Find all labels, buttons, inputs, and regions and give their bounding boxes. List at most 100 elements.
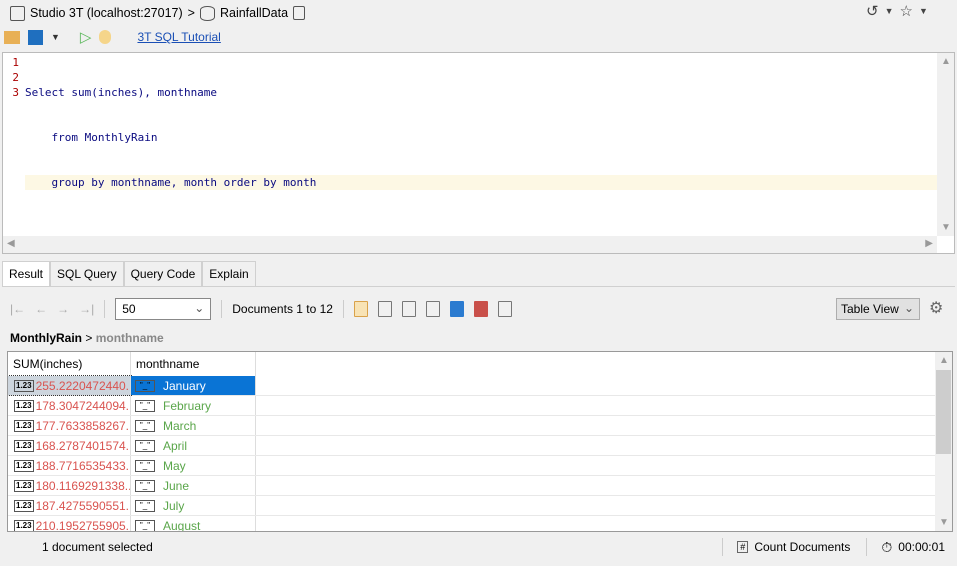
sum-value: 187.4275590551...	[35, 498, 131, 513]
monthname-cell[interactable]: "_" February	[131, 396, 256, 415]
tab-result[interactable]: Result	[2, 261, 51, 286]
sum-cell[interactable]: 1.23 187.4275590551...	[8, 496, 131, 515]
sum-value: 180.1169291338...	[35, 478, 131, 493]
sum-cell[interactable]: 1.23 177.7633858267...	[8, 416, 131, 435]
history-dropdown-icon[interactable]: ▼	[885, 6, 894, 20]
history-favorites: ↺ ▼ ☆ ▼	[866, 2, 928, 20]
first-page-icon[interactable]: |←	[10, 302, 25, 316]
divider	[104, 300, 106, 318]
monthname-cell[interactable]: "_" July	[131, 496, 256, 515]
divider	[866, 538, 868, 556]
view-mode-value: Table View	[841, 302, 899, 316]
count-documents-button[interactable]: Count Documents	[754, 540, 850, 554]
string-type-icon: "_"	[135, 439, 155, 452]
sum-cell[interactable]: 1.23 255.2220472440...	[8, 375, 132, 396]
next-page-icon[interactable]: →	[57, 302, 69, 316]
monthname-cell[interactable]: "_" August	[131, 516, 256, 532]
delete-icon[interactable]	[473, 301, 488, 317]
sum-value: 210.1952755905...	[35, 518, 131, 532]
run-icon[interactable]: ▷	[80, 28, 92, 46]
status-bar: 1 document selected # Count Documents ⏱ …	[2, 533, 955, 561]
code-line: from MonthlyRain	[25, 131, 158, 144]
database-name[interactable]: RainfallData	[220, 6, 288, 20]
monthname-cell[interactable]: "_" June	[131, 476, 256, 495]
column-header-sum[interactable]: SUM(inches)	[8, 352, 131, 376]
number-type-icon: 1.23	[14, 459, 34, 472]
table-vertical-scrollbar[interactable]: ▲ ▼	[935, 352, 952, 531]
history-icon[interactable]: ↺	[866, 2, 879, 20]
sql-editor[interactable]: 1 2 3 Select sum(inches), monthname from…	[2, 52, 955, 254]
star-icon[interactable]: ☆	[900, 2, 913, 20]
save-icon[interactable]	[28, 29, 43, 45]
lightbulb-icon[interactable]	[99, 30, 112, 44]
scrollbar-thumb[interactable]	[936, 370, 951, 454]
page-size-select[interactable]: 50 ⌄	[115, 298, 212, 320]
toolbar: ▼ ▷ 3T SQL Tutorial	[4, 28, 221, 46]
divider	[221, 300, 223, 318]
string-type-icon: "_"	[135, 399, 155, 412]
breadcrumb-collection[interactable]: MonthlyRain	[10, 331, 82, 345]
editor-vertical-scrollbar[interactable]: ▲ ▼	[937, 53, 954, 236]
unlock-icon[interactable]	[353, 301, 368, 317]
monthname-cell[interactable]: "_" May	[131, 456, 256, 475]
previous-page-icon[interactable]: ←	[35, 302, 47, 316]
divider	[722, 538, 724, 556]
connection-name[interactable]: Studio 3T (localhost:27017)	[30, 6, 183, 20]
favorites-dropdown-icon[interactable]: ▼	[919, 6, 928, 20]
editor-horizontal-scrollbar[interactable]: ◀ ▶	[3, 236, 937, 253]
open-folder-icon[interactable]	[4, 30, 20, 44]
sum-value: 168.2787401574...	[35, 438, 131, 453]
add-document-icon[interactable]	[377, 301, 392, 317]
table-row[interactable]: 1.23 255.2220472440... "_" January	[8, 375, 937, 396]
table-row[interactable]: 1.23 210.1952755905... "_" August	[8, 516, 937, 532]
number-type-icon: 1.23	[14, 499, 34, 512]
monthname-cell[interactable]: "_" March	[131, 416, 256, 435]
code-line-current: group by monthname, month order by month	[25, 175, 937, 190]
sql-tutorial-link[interactable]: 3T SQL Tutorial	[137, 30, 220, 44]
table-row[interactable]: 1.23 187.4275590551... "_" July	[8, 496, 937, 516]
code-area[interactable]: Select sum(inches), monthname from Month…	[25, 55, 937, 220]
column-header-monthname[interactable]: monthname	[131, 352, 256, 376]
sum-cell[interactable]: 1.23 180.1169291338...	[8, 476, 131, 495]
chevron-down-icon: ⌄	[903, 301, 914, 315]
monthname-cell[interactable]: "_" January	[131, 376, 256, 395]
monthname-cell[interactable]: "_" April	[131, 436, 256, 455]
breadcrumb-field[interactable]: monthname	[96, 331, 164, 345]
monthname-value: March	[163, 418, 197, 433]
monthname-value: April	[163, 438, 188, 453]
edit-json-icon[interactable]	[401, 301, 416, 317]
table-row[interactable]: 1.23 178.3047244094... "_" February	[8, 396, 937, 416]
tab-explain[interactable]: Explain	[202, 261, 256, 286]
table-row[interactable]: 1.23 168.2787401574... "_" April	[8, 436, 937, 456]
table-row[interactable]: 1.23 188.7716535433... "_" May	[8, 456, 937, 476]
count-icon: #	[737, 541, 749, 553]
sum-cell[interactable]: 1.23 188.7716535433...	[8, 456, 131, 475]
string-type-icon: "_"	[135, 419, 155, 432]
save-dropdown-icon[interactable]: ▼	[51, 32, 60, 42]
result-toolbar: |← ← → →| 50 ⌄ Documents 1 to 12	[10, 297, 512, 321]
tab-sql-query[interactable]: SQL Query	[50, 261, 124, 286]
string-type-icon: "_"	[135, 499, 155, 512]
gear-icon[interactable]: ⚙	[929, 298, 943, 318]
line-number: 3	[12, 86, 19, 99]
last-page-icon[interactable]: →|	[79, 302, 94, 316]
number-type-icon: 1.23	[14, 379, 34, 392]
table-row[interactable]: 1.23 180.1169291338... "_" June	[8, 476, 937, 496]
sum-cell[interactable]: 1.23 178.3047244094...	[8, 396, 131, 415]
view-mode-select[interactable]: Table View ⌄	[836, 298, 920, 320]
monthname-value: May	[163, 458, 186, 473]
monthname-value: July	[163, 498, 185, 513]
sum-cell[interactable]: 1.23 168.2787401574...	[8, 436, 131, 455]
table-row[interactable]: 1.23 177.7633858267... "_" March	[8, 416, 937, 436]
inspect-document-icon[interactable]	[497, 301, 512, 317]
monthname-value: August	[163, 518, 201, 532]
connection-icon	[10, 5, 25, 21]
query-timer: 00:00:01	[898, 540, 945, 554]
tab-query-code[interactable]: Query Code	[123, 261, 203, 286]
edit-document-icon[interactable]	[425, 301, 440, 317]
document-icon[interactable]	[293, 6, 306, 20]
sum-cell[interactable]: 1.23 210.1952755905...	[8, 516, 131, 532]
monthname-value: January	[163, 378, 206, 393]
stopwatch-icon: ⏱	[881, 538, 893, 555]
select-all-icon[interactable]	[449, 301, 464, 317]
